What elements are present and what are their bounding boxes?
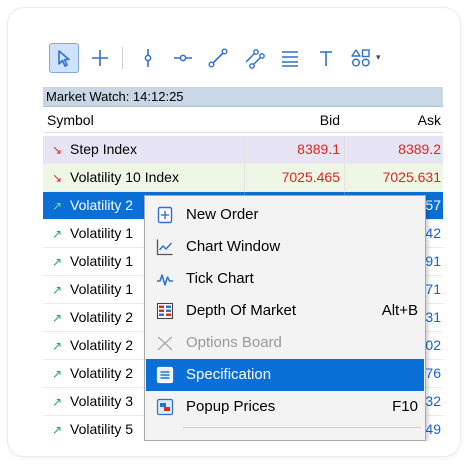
column-header-bid[interactable]: Bid xyxy=(244,108,340,132)
shapes-icon[interactable] xyxy=(346,43,376,73)
menu-item-tick-chart[interactable]: Tick Chart xyxy=(146,263,424,295)
symbol-name: Volatility 1 xyxy=(70,281,134,297)
toolbar-separator xyxy=(122,47,123,69)
arrow-up-icon: ↗ xyxy=(51,283,63,297)
arrow-up-icon: ↗ xyxy=(51,255,63,269)
menu-item-popup-prices[interactable]: Popup Prices F10 xyxy=(146,391,424,423)
symbol-name: Step Index xyxy=(70,141,137,157)
depth-of-market-icon xyxy=(156,302,174,320)
menu-item-label: Options Board xyxy=(186,334,282,351)
menu-item-options-board: Options Board xyxy=(146,327,424,359)
bid-price: 8389.1 xyxy=(244,136,344,163)
arrow-up-icon: ↗ xyxy=(51,199,63,213)
symbol-name: Volatility 1 xyxy=(70,253,134,269)
symbol-name: Volatility 2 xyxy=(70,365,134,381)
crosshair-icon[interactable] xyxy=(85,43,115,73)
menu-item-label: Popup Prices xyxy=(186,398,276,415)
arrow-up-icon: ↗ xyxy=(51,311,63,325)
drawing-toolbar: ▾ xyxy=(43,33,443,85)
symbol-name: Volatility 2 xyxy=(70,197,134,213)
new-order-icon xyxy=(157,206,173,224)
context-menu: New Order Chart Window Tick Chart Depth … xyxy=(144,195,426,441)
menu-separator xyxy=(183,427,421,428)
options-board-icon xyxy=(157,336,173,351)
market-watch-window: ▾ Market Watch: 14:12:25 Symbol Bid Ask … xyxy=(43,33,443,441)
menu-item-label: New Order xyxy=(186,206,259,223)
popup-prices-icon xyxy=(156,398,174,416)
arrow-up-icon: ↗ xyxy=(51,227,63,241)
specification-icon xyxy=(156,366,174,384)
tick-chart-icon xyxy=(157,274,173,286)
menu-item-label: Depth Of Market xyxy=(186,302,297,319)
fibonacci-icon[interactable] xyxy=(275,43,305,73)
menu-item-label: Specification xyxy=(186,366,272,383)
ask-price: 8389.2 xyxy=(344,136,443,163)
screenshot-card: ▾ Market Watch: 14:12:25 Symbol Bid Ask … xyxy=(8,8,460,456)
menu-item-chart-window[interactable]: Chart Window xyxy=(146,231,424,263)
menu-item-specification[interactable]: Specification xyxy=(146,359,424,391)
vertical-line-icon[interactable] xyxy=(133,43,163,73)
channel-icon[interactable] xyxy=(239,43,269,73)
menu-item-shortcut: Alt+B xyxy=(381,302,418,319)
column-header-symbol[interactable]: Symbol xyxy=(47,108,94,132)
chevron-down-icon[interactable]: ▾ xyxy=(376,52,381,63)
table-header: Symbol Bid Ask xyxy=(43,108,443,133)
horizontal-line-icon[interactable] xyxy=(168,43,198,73)
arrow-down-icon: ↘ xyxy=(51,171,63,185)
symbol-name: Volatility 1 xyxy=(70,225,134,241)
menu-item-depth-of-market[interactable]: Depth Of Market Alt+B xyxy=(146,295,424,327)
menu-item-new-order[interactable]: New Order xyxy=(146,199,424,231)
menu-item-label: Chart Window xyxy=(186,238,281,255)
arrow-up-icon: ↗ xyxy=(51,339,63,353)
symbol-name: Volatility 10 Index xyxy=(70,169,179,185)
chart-window-icon xyxy=(156,239,173,256)
trend-line-icon[interactable] xyxy=(203,43,233,73)
symbol-name: Volatility 2 xyxy=(70,309,134,325)
symbol-name: Volatility 2 xyxy=(70,337,134,353)
text-icon[interactable] xyxy=(311,43,341,73)
column-header-ask[interactable]: Ask xyxy=(344,108,441,132)
ask-price: 7025.631 xyxy=(344,164,443,191)
arrow-down-icon: ↘ xyxy=(51,143,63,157)
arrow-up-icon: ↗ xyxy=(51,395,63,409)
table-row[interactable]: ↘ Volatility 10 Index 7025.465 7025.631 xyxy=(43,164,443,192)
symbol-name: Volatility 5 xyxy=(70,421,134,437)
table-row[interactable]: ↘ Step Index 8389.1 8389.2 xyxy=(43,136,443,164)
arrow-up-icon: ↗ xyxy=(51,367,63,381)
cursor-icon[interactable] xyxy=(49,43,79,73)
symbol-name: Volatility 3 xyxy=(70,393,134,409)
market-watch-title: Market Watch: 14:12:25 xyxy=(43,87,443,107)
menu-item-shortcut: F10 xyxy=(392,398,418,415)
menu-item-label: Tick Chart xyxy=(186,270,254,287)
arrow-up-icon: ↗ xyxy=(51,423,63,437)
bid-price: 7025.465 xyxy=(244,164,344,191)
